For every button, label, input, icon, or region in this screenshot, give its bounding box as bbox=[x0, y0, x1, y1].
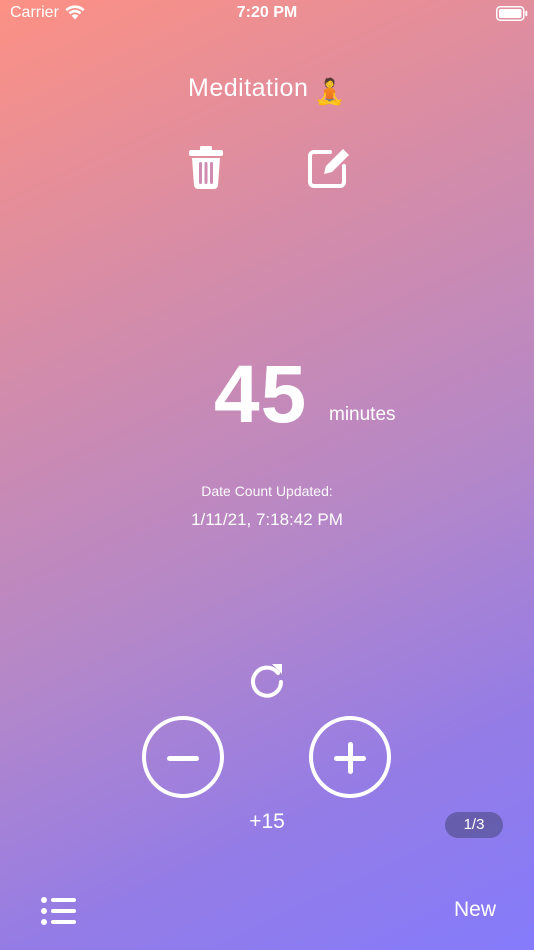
status-clock: 7:20 PM bbox=[236, 4, 298, 21]
list-button[interactable] bbox=[40, 896, 78, 926]
reset-button[interactable] bbox=[248, 660, 286, 698]
trash-icon bbox=[189, 146, 223, 189]
page-title: Meditation 🧘 bbox=[0, 74, 534, 107]
edit-button[interactable] bbox=[306, 144, 352, 190]
delete-button[interactable] bbox=[186, 144, 226, 190]
title-text: Meditation bbox=[188, 74, 309, 102]
status-bar: Carrier 7:20 PM bbox=[0, 0, 534, 30]
increment-button[interactable] bbox=[309, 716, 391, 798]
minus-bar bbox=[167, 756, 199, 761]
decrement-button[interactable] bbox=[142, 716, 224, 798]
count-value: 45 bbox=[214, 349, 308, 440]
app-screen: Carrier 7:20 PM Meditation 🧘 45 minutes … bbox=[0, 0, 534, 950]
battery-icon bbox=[496, 6, 528, 21]
edit-icon bbox=[308, 149, 349, 188]
updated-label: Date Count Updated: bbox=[201, 483, 333, 499]
counter-display: 45 minutes bbox=[0, 348, 534, 448]
plus-bar-vertical bbox=[347, 742, 353, 774]
meditation-emoji-icon: 🧘 bbox=[314, 78, 346, 106]
count-unit: minutes bbox=[329, 404, 396, 425]
new-button[interactable]: New bbox=[440, 898, 510, 922]
updated-timestamp: 1/11/21, 7:18:42 PM bbox=[191, 510, 343, 529]
page-indicator-badge: 1/3 bbox=[445, 812, 503, 838]
reset-icon bbox=[251, 664, 283, 698]
list-icon bbox=[41, 897, 76, 925]
